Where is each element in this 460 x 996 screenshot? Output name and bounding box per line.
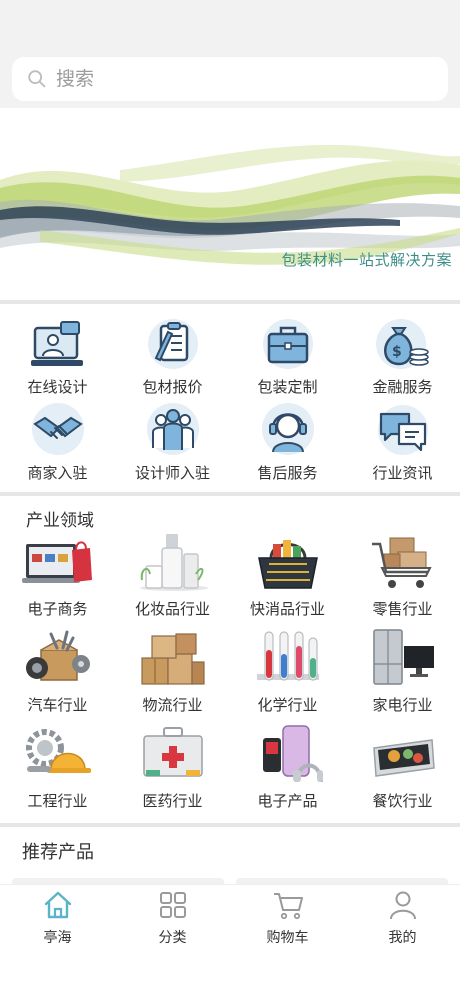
search-box[interactable] <box>12 57 448 101</box>
industry-automotive[interactable]: 汽车行业 <box>0 628 115 724</box>
first-aid-case-icon <box>142 727 203 777</box>
tab-label: 亭海 <box>43 930 72 946</box>
shopping-cart-boxes-icon <box>371 537 432 588</box>
industry-catering[interactable]: 餐饮行业 <box>345 724 460 820</box>
industry-label: 电子产品 <box>257 792 318 810</box>
service-label: 行业资讯 <box>372 464 433 482</box>
briefcase-icon <box>262 319 313 369</box>
service-label: 包材报价 <box>142 378 203 396</box>
services-grid: 在线设计 包材报价 包装定制 $ 金融服务 商家入驻 设计师入驻 售后服务 行业… <box>0 318 460 492</box>
headset-agent-icon <box>261 403 314 455</box>
service-online-design[interactable]: 在线设计 <box>0 318 115 404</box>
service-news[interactable]: 行业资讯 <box>345 404 460 492</box>
service-after-sales[interactable]: 售后服务 <box>230 403 345 492</box>
service-quote[interactable]: 包材报价 <box>115 318 230 404</box>
industry-label: 工程行业 <box>27 792 88 810</box>
money-bag-icon: $ <box>375 319 429 369</box>
electronics-icon <box>262 725 323 783</box>
service-label: 在线设计 <box>27 378 88 396</box>
tab-home[interactable]: 亭海 <box>0 885 115 996</box>
designers-group-icon <box>146 403 199 455</box>
tab-label: 分类 <box>158 930 187 946</box>
service-label: 设计师入驻 <box>134 464 210 482</box>
industry-label: 电子商务 <box>27 600 88 618</box>
bottom-tab-bar: 亭海 分类 购物车 我的 <box>0 884 460 996</box>
industry-fmcg[interactable]: 快消品行业 <box>230 534 345 628</box>
chat-bubbles-icon <box>377 405 428 455</box>
industry-electronics[interactable]: 电子产品 <box>230 724 345 820</box>
search-input[interactable] <box>56 68 416 90</box>
quote-clipboard-icon <box>147 319 198 369</box>
industry-label: 物流行业 <box>142 696 203 714</box>
online-design-icon <box>30 321 83 366</box>
industry-label: 快消品行业 <box>249 600 325 618</box>
tab-label: 购物车 <box>266 930 309 946</box>
service-merchant-join[interactable]: 商家入驻 <box>0 403 115 492</box>
service-label: 售后服务 <box>257 464 318 482</box>
industry-label: 医药行业 <box>142 792 203 810</box>
section-title-recommend: 推荐产品 <box>22 842 94 863</box>
industry-ecommerce[interactable]: 电子商务 <box>0 534 115 628</box>
service-designer-join[interactable]: 设计师入驻 <box>115 403 230 492</box>
search-icon <box>28 70 46 88</box>
industry-retail[interactable]: 零售行业 <box>345 534 460 628</box>
tab-profile[interactable]: 我的 <box>345 885 460 996</box>
user-icon <box>389 891 416 920</box>
tab-label: 我的 <box>388 930 417 946</box>
industry-appliances[interactable]: 家电行业 <box>345 628 460 724</box>
banner[interactable]: 包装材料一站式解决方案 <box>0 110 460 298</box>
service-customize[interactable]: 包装定制 <box>230 318 345 404</box>
divider <box>0 492 460 496</box>
hard-hat-gear-icon <box>25 729 91 773</box>
tab-cart[interactable]: 购物车 <box>230 885 345 996</box>
cosmetics-icon <box>139 534 208 591</box>
handshake-icon <box>31 403 84 455</box>
service-label: 商家入驻 <box>27 464 88 482</box>
industry-grid: 电子商务 化妆品行业 快消品行业 零售行业 汽车行业 物流行业 化学行业 家电行… <box>0 534 460 820</box>
industry-label: 汽车行业 <box>27 696 88 714</box>
industry-label: 零售行业 <box>372 600 433 618</box>
service-label: 金融服务 <box>372 378 433 396</box>
banner-slogan: 包装材料一站式解决方案 <box>281 251 452 269</box>
cart-icon <box>273 893 303 920</box>
test-tubes-icon <box>256 631 319 681</box>
top-bar <box>0 0 460 108</box>
ecommerce-icon <box>21 541 92 583</box>
industry-logistics[interactable]: 物流行业 <box>115 628 230 724</box>
category-grid-icon <box>159 892 186 918</box>
industry-medical[interactable]: 医药行业 <box>115 724 230 820</box>
food-container-icon <box>372 739 435 777</box>
divider <box>0 300 460 304</box>
auto-parts-icon <box>25 630 90 681</box>
home-icon <box>44 891 71 919</box>
appliances-icon <box>372 629 434 685</box>
service-label: 包装定制 <box>257 378 318 396</box>
industry-cosmetics[interactable]: 化妆品行业 <box>115 534 230 628</box>
industry-label: 化妆品行业 <box>134 600 210 618</box>
industry-label: 家电行业 <box>372 696 433 714</box>
service-finance[interactable]: $ 金融服务 <box>345 318 460 404</box>
divider <box>0 823 460 827</box>
cardboard-boxes-icon <box>140 633 205 685</box>
industry-chemical[interactable]: 化学行业 <box>230 628 345 724</box>
industry-label: 餐饮行业 <box>372 792 433 810</box>
tab-category[interactable]: 分类 <box>115 885 230 996</box>
industry-engineering[interactable]: 工程行业 <box>0 724 115 820</box>
svg-text:$: $ <box>392 344 402 360</box>
industry-label: 化学行业 <box>257 696 318 714</box>
shopping-basket-icon <box>257 540 318 589</box>
section-title-industry: 产业领域 <box>26 511 94 531</box>
